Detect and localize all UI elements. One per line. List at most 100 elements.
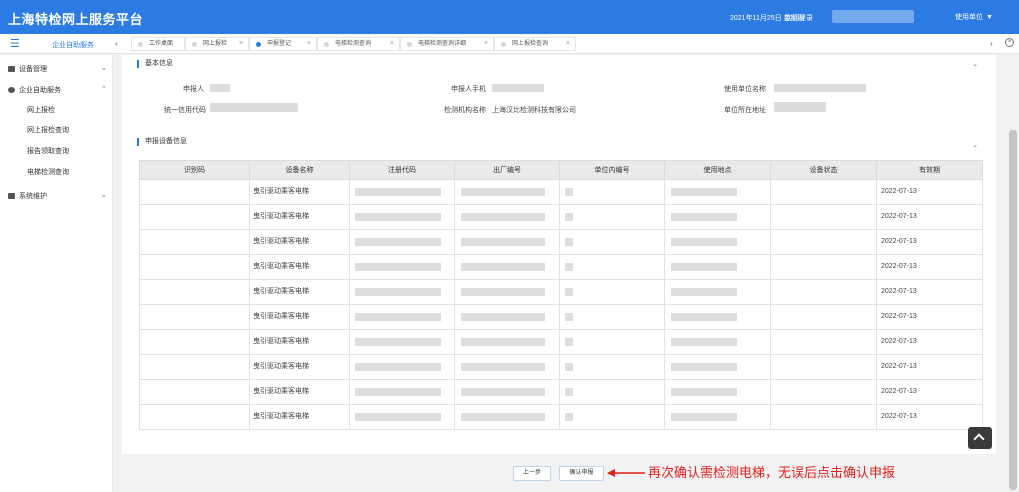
- redacted-value: [565, 313, 573, 321]
- annotation-text: 再次确认需检测电梯，无误后点击确认申报: [648, 466, 896, 481]
- table-cell: 2022-07-13: [881, 213, 917, 220]
- tab-label: 工作桌面: [149, 41, 174, 47]
- applicant-phone-label: 申报人手机: [451, 86, 486, 93]
- table-cell: [560, 280, 665, 304]
- redacted-value: [671, 238, 737, 246]
- close-icon[interactable]: ×: [484, 38, 488, 50]
- table-cell: [771, 280, 877, 304]
- table-cell: [140, 180, 250, 204]
- table-cell: [560, 355, 665, 379]
- redacted-value: [565, 188, 573, 196]
- sidebar-item-report-query[interactable]: 报告领取查询: [27, 146, 69, 156]
- table-cell: [350, 205, 455, 229]
- scrollbar-thumb[interactable]: [1009, 130, 1017, 490]
- sidebar-group-label: 设备管理: [19, 66, 47, 73]
- table-cell: [140, 405, 250, 429]
- table-cell: [771, 205, 877, 229]
- redacted-value: [461, 413, 545, 421]
- chevron-down-icon: ⌄: [101, 192, 107, 199]
- redacted-value: [565, 413, 573, 421]
- tab-workbench[interactable]: 工作桌面: [131, 37, 185, 51]
- chevron-right-icon[interactable]: ›: [990, 39, 993, 48]
- table-cell: 曳引驱动乘客电梯: [250, 180, 350, 204]
- redacted-value: [355, 238, 441, 246]
- redacted-value: [461, 238, 545, 246]
- close-icon[interactable]: ×: [307, 38, 311, 50]
- sidebar-item-online-inspection[interactable]: 网上报检: [27, 105, 55, 115]
- redacted-value: [565, 263, 573, 271]
- table-cell: [560, 330, 665, 354]
- column-header: 使用地点: [665, 161, 771, 181]
- redacted-value: [461, 338, 545, 346]
- table-cell: 2022-07-13: [881, 363, 917, 370]
- sidebar-group-system[interactable]: 系统维护 ⌄: [8, 191, 113, 201]
- table-cell: [455, 405, 560, 429]
- confirm-declaration-button[interactable]: 确认申报: [559, 466, 604, 481]
- table-cell: [560, 180, 665, 204]
- tab-label: 网上报检: [203, 41, 228, 47]
- table-cell: [350, 405, 455, 429]
- table-cell: [140, 230, 250, 254]
- table-cell: [771, 355, 877, 379]
- tab-online-inspection[interactable]: 网上报检 ×: [185, 37, 249, 51]
- table-header: 识别码 设备名称 注册代码 出厂编号 单位内编号 使用地点 设备状态 有效期: [139, 160, 983, 181]
- redacted-phone: [492, 84, 544, 92]
- column-header: 设备名称: [250, 161, 350, 181]
- user-unit-label: 使用单位名称: [724, 86, 766, 93]
- close-icon[interactable]: ×: [239, 38, 243, 50]
- table-cell: [771, 405, 877, 429]
- chevron-down-icon[interactable]: ⌄: [972, 60, 978, 68]
- table-cell: [140, 355, 250, 379]
- table-cell: [455, 330, 560, 354]
- briefcase-icon: [8, 66, 15, 72]
- sidebar-item-elevator-query[interactable]: 电梯检测查询: [27, 167, 69, 177]
- applicant-label: 申报人: [183, 86, 204, 93]
- close-all-tabs-icon[interactable]: ×: [1005, 38, 1014, 47]
- chevron-down-icon[interactable]: ⌄: [972, 141, 978, 149]
- table-cell: [771, 180, 877, 204]
- tab-bar: ☰ 企业自助服务 ‹ 工作桌面 网上报检 × 申报登记 × 电梯检测查询 × 电…: [0, 34, 1019, 54]
- close-icon[interactable]: ×: [390, 38, 394, 50]
- chevron-left-icon[interactable]: ‹: [115, 39, 118, 48]
- table-cell: 曳引驱动乘客电梯: [250, 255, 350, 279]
- table-cell: [665, 355, 771, 379]
- table-cell: 曳引驱动乘客电梯: [250, 205, 350, 229]
- tab-elevator-query[interactable]: 电梯检测查询 ×: [317, 37, 400, 51]
- tab-label: 网上报检查询: [512, 41, 549, 47]
- redacted-value: [565, 338, 573, 346]
- table-cell: [350, 330, 455, 354]
- tab-declaration[interactable]: 申报登记 ×: [249, 37, 317, 51]
- tab-online-inspection-query[interactable]: 网上报检查询 ×: [494, 37, 576, 51]
- chevron-up-icon: [973, 433, 985, 445]
- table-cell: 曳引驱动乘客电梯: [250, 305, 350, 329]
- prev-step-button[interactable]: 上一步: [513, 466, 551, 481]
- redacted-credit-code: [210, 103, 298, 112]
- tab-elevator-query-detail[interactable]: 电梯检测查询详细 ×: [400, 37, 494, 51]
- redacted-value: [355, 213, 441, 221]
- table-cell: [140, 380, 250, 404]
- close-icon[interactable]: ×: [566, 38, 570, 50]
- vertical-scrollbar[interactable]: [1008, 55, 1018, 492]
- redacted-value: [671, 263, 737, 271]
- table-cell: 曳引驱动乘客电梯: [250, 230, 350, 254]
- redacted-value: [671, 188, 737, 196]
- redacted-value: [461, 213, 545, 221]
- credit-code-label: 统一信用代码: [164, 107, 206, 114]
- table-cell: [560, 205, 665, 229]
- table-cell: [455, 380, 560, 404]
- table-cell: 曳引驱动乘客电梯: [250, 355, 350, 379]
- redacted-value: [671, 288, 737, 296]
- sidebar-group-equipment[interactable]: 设备管理 ⌄: [8, 64, 113, 74]
- table-cell: [140, 305, 250, 329]
- scroll-to-top-button[interactable]: [968, 427, 992, 449]
- menu-toggle-icon[interactable]: ☰: [10, 38, 24, 50]
- table-cell: [455, 355, 560, 379]
- redacted-value: [671, 388, 737, 396]
- role-menu[interactable]: 使用单位 ▼: [955, 12, 993, 22]
- sidebar-group-enterprise-service[interactable]: 企业自助服务 ⌃: [8, 85, 113, 95]
- sidebar-item-online-inspection-query[interactable]: 网上报检查询: [27, 125, 69, 135]
- table-cell: [665, 405, 771, 429]
- monitor-icon: [8, 193, 15, 199]
- app-header: 上海特检网上服务平台 2021年11月25日 星期四 欢迎登录 使用单位 ▼: [0, 0, 1019, 34]
- table-cell: [560, 305, 665, 329]
